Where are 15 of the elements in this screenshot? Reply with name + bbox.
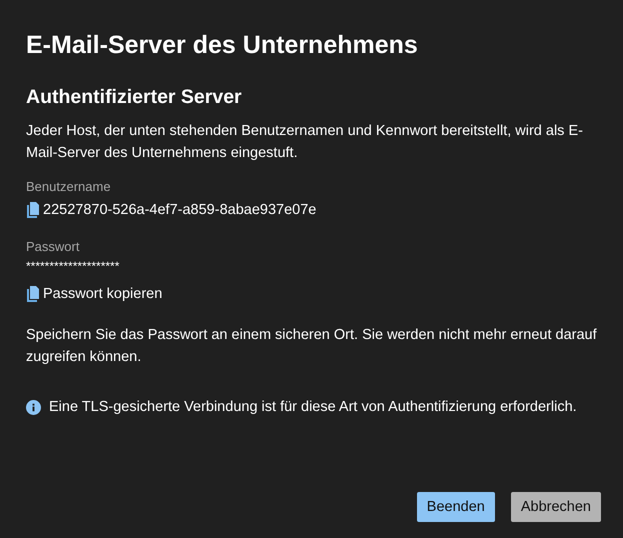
warning-text: Speichern Sie das Passwort an einem sicheren Ort. Sie werden nicht mehr erneut darauf zugreifen können. — [26, 326, 598, 367]
info-icon — [26, 400, 41, 415]
cancel-button[interactable]: Abbrechen — [510, 492, 601, 522]
copy-icon[interactable] — [26, 202, 40, 218]
section-heading: Authentifizierter Server — [26, 85, 243, 110]
password-label: Passwort — [26, 238, 80, 256]
description-text: Jeder Host, der unten stehenden Benutzernamen und Kennwort bereitstellt, wird als E-Mail-Server des Unternehmens eingestuft. — [26, 122, 584, 163]
copy-icon[interactable] — [26, 286, 40, 302]
username-label: Benutzername — [26, 178, 112, 196]
finish-button[interactable]: Beenden — [416, 492, 495, 522]
copy-password-link[interactable]: Passwort kopieren — [43, 284, 162, 304]
username-value: 22527870-526a-4ef7-a859-8abae937e07e — [43, 201, 316, 220]
password-value: ******************** — [26, 258, 120, 274]
info-text: Eine TLS-gesicherte Verbindung ist für diese Art von Authentifizierung erforderlich. — [49, 398, 577, 417]
dialog-title: E-Mail-Server des Unternehmens — [26, 30, 419, 61]
